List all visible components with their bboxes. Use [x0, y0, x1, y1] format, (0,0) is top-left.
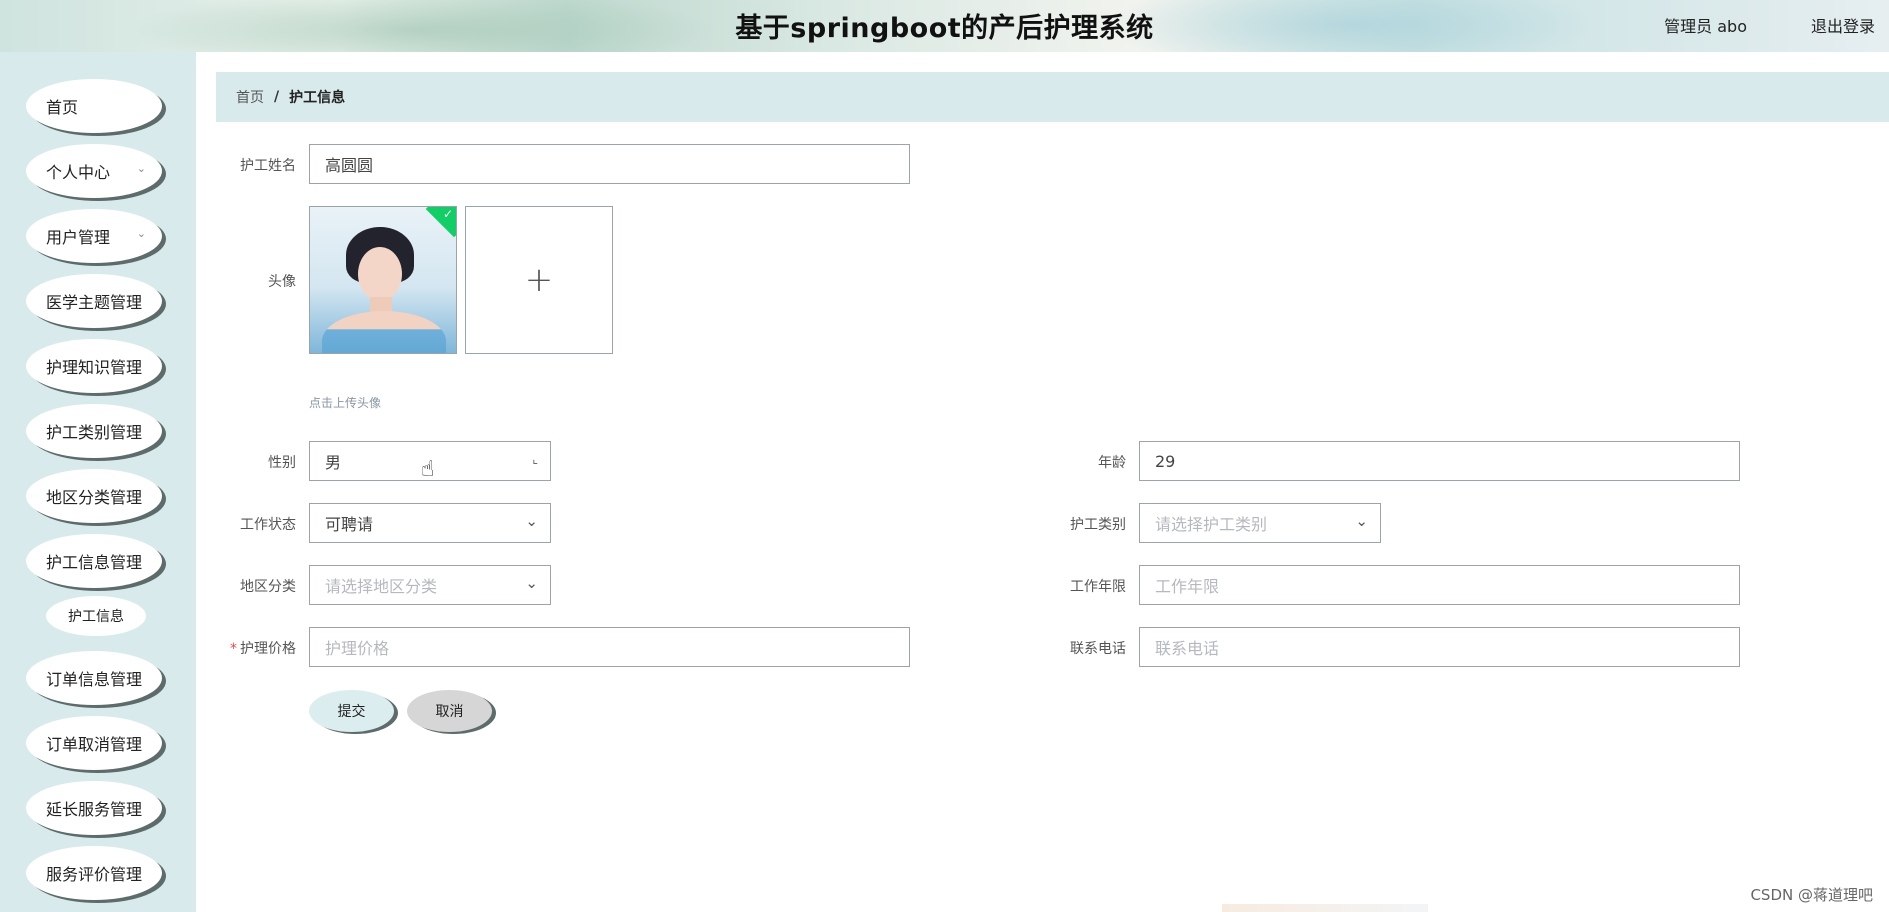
avatar-upload-button[interactable]: +: [465, 206, 613, 354]
chevron-down-icon: ⌄: [525, 512, 538, 530]
work-years-field[interactable]: 工作年限: [1139, 565, 1740, 605]
sidebar-item-region-category[interactable]: 地区分类管理: [26, 469, 162, 523]
breadcrumb-current: 护工信息: [289, 90, 346, 106]
gender-select-value: 男: [325, 453, 342, 472]
phone-field[interactable]: 联系电话: [1139, 627, 1740, 667]
avatar-portrait: [322, 311, 446, 353]
name-label: 护工姓名: [240, 158, 296, 174]
faint-decoration: [1222, 904, 1428, 912]
breadcrumb-separator: /: [274, 89, 280, 105]
chevron-down-icon: ⌄: [136, 227, 146, 240]
gender-label: 性别: [268, 455, 296, 471]
region-label: 地区分类: [240, 579, 296, 595]
sidebar-item-label: 用户管理: [46, 228, 111, 247]
breadcrumb-home-link[interactable]: 首页: [236, 87, 264, 107]
sidebar-item-nurse-info-management[interactable]: 护工信息管理: [26, 534, 162, 588]
sidebar-item-label: 地区分类管理: [46, 488, 143, 507]
age-label: 年龄: [1098, 455, 1126, 471]
cancel-button[interactable]: 取消: [407, 690, 492, 732]
chevron-down-icon: ⌄: [1355, 512, 1368, 530]
work-status-label: 工作状态: [240, 517, 296, 533]
nurse-category-select[interactable]: 请选择护工类别 ⌄: [1139, 503, 1381, 543]
price-field[interactable]: 护理价格: [309, 627, 910, 667]
sidebar-item-medical-topics[interactable]: 医学主题管理: [26, 274, 162, 328]
age-field[interactable]: 29: [1139, 441, 1740, 481]
sidebar-item-label: 医学主题管理: [46, 293, 143, 312]
sidebar-subitem-nurse-info[interactable]: 护工信息: [46, 596, 146, 636]
admin-user-label: 管理员 abo: [1664, 17, 1747, 36]
sidebar-item-service-review[interactable]: 服务评价管理: [26, 846, 162, 900]
sidebar-item-home[interactable]: 首页: [26, 79, 162, 133]
region-placeholder: 请选择地区分类: [325, 577, 438, 596]
check-icon: ✓: [442, 207, 453, 221]
chevron-up-icon: ⌞: [532, 452, 538, 466]
plus-icon: +: [524, 260, 554, 300]
sidebar-item-label: 首页: [46, 98, 79, 117]
logout-link[interactable]: 退出登录: [1811, 13, 1875, 37]
app-title: 基于springboot的产后护理系统: [735, 13, 1154, 44]
sidebar-item-label: 订单信息管理: [46, 670, 143, 689]
sidebar-item-order-cancel[interactable]: 订单取消管理: [26, 716, 162, 770]
nurse-category-label: 护工类别: [1070, 517, 1126, 533]
sidebar-item-nursing-knowledge[interactable]: 护理知识管理: [26, 339, 162, 393]
sidebar-item-label: 延长服务管理: [46, 800, 143, 819]
sidebar: 首页 个人中心 ⌄ 用户管理 ⌄ 医学主题管理 护理知识管理 护工类别管理 地区…: [0, 52, 196, 912]
avatar-label: 头像: [268, 274, 296, 290]
sidebar-item-order-info[interactable]: 订单信息管理: [26, 651, 162, 705]
sidebar-item-extended-service[interactable]: 延长服务管理: [26, 781, 162, 835]
hand-cursor-icon: ☝: [421, 457, 435, 482]
sidebar-item-label: 订单取消管理: [46, 735, 143, 754]
sidebar-item-user-management[interactable]: 用户管理 ⌄: [26, 209, 162, 263]
sidebar-item-personal-center[interactable]: 个人中心 ⌄: [26, 144, 162, 198]
work-years-label: 工作年限: [1070, 579, 1126, 595]
sidebar-item-label: 护工信息管理: [46, 553, 143, 572]
app-header: 基于springboot的产后护理系统 管理员 abo 退出登录: [0, 0, 1889, 52]
submit-button[interactable]: 提交: [309, 690, 394, 732]
price-label-text: 护理价格: [240, 641, 296, 657]
watermark: CSDN @蒋道理吧: [1750, 886, 1873, 904]
sidebar-item-nurse-category[interactable]: 护工类别管理: [26, 404, 162, 458]
nurse-category-placeholder: 请选择护工类别: [1155, 515, 1268, 534]
required-mark: *: [230, 641, 237, 657]
sidebar-item-label: 护工类别管理: [46, 423, 143, 442]
price-label: * 护理价格: [206, 638, 296, 658]
work-status-select-value: 可聘请: [325, 515, 374, 534]
work-status-select[interactable]: 可聘请 ⌄: [309, 503, 551, 543]
avatar-portrait: [358, 247, 402, 301]
sidebar-item-label: 护理知识管理: [46, 358, 143, 377]
name-field[interactable]: 高圆圆: [309, 144, 910, 184]
avatar-upload-hint: 点击上传头像: [309, 396, 382, 410]
breadcrumb: 首页 / 护工信息: [216, 72, 1889, 122]
sidebar-item-label: 个人中心: [46, 163, 111, 182]
sidebar-item-label: 服务评价管理: [46, 865, 143, 884]
chevron-down-icon: ⌄: [525, 574, 538, 592]
region-select[interactable]: 请选择地区分类 ⌄: [309, 565, 551, 605]
chevron-down-icon: ⌄: [136, 162, 146, 175]
phone-label: 联系电话: [1070, 641, 1126, 657]
avatar-image[interactable]: ✓: [309, 206, 457, 354]
